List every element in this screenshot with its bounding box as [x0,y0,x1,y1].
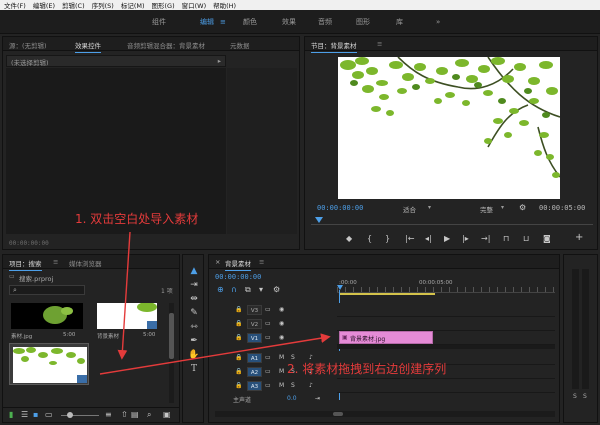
annotation-step-2: 2. 将素材拖拽到右边创建序列 [287,362,447,376]
annotation-step-1: 1. 双击空白处导入素材 [75,212,199,226]
arrow-import [117,231,131,360]
